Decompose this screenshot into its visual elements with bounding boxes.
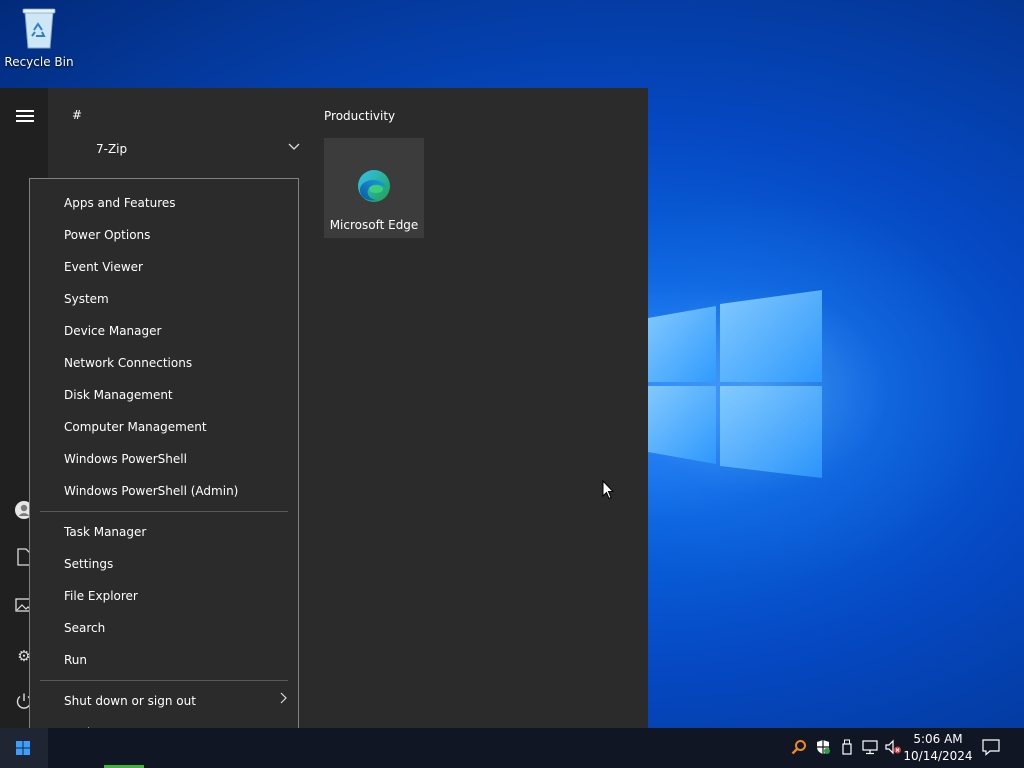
menu-item-apps-and-features[interactable]: Apps and Features — [64, 193, 176, 213]
network-icon[interactable] — [862, 739, 880, 757]
menu-item-power-options[interactable]: Power Options — [64, 225, 150, 245]
recycle-bin-icon — [22, 8, 56, 49]
search-tool-icon[interactable] — [790, 739, 808, 757]
tile-label: Microsoft Edge — [329, 218, 419, 232]
clock-time: 5:06 AM — [913, 732, 963, 746]
menu-item-event-viewer[interactable]: Event Viewer — [64, 257, 143, 277]
notification-center-icon[interactable] — [982, 738, 1000, 756]
edge-icon — [358, 170, 390, 202]
menu-item-search[interactable]: Search — [64, 618, 105, 638]
recycle-bin-label: Recycle Bin — [4, 55, 74, 69]
taskbar: 5:06 AM 10/14/2024 — [0, 728, 1024, 768]
defender-shield-icon[interactable] — [814, 739, 832, 757]
mouse-cursor-icon — [602, 480, 614, 500]
menu-item-task-manager[interactable]: Task Manager — [64, 522, 146, 542]
recycle-bin-shortcut[interactable]: Recycle Bin — [4, 6, 74, 69]
clock-date: 10/14/2024 — [903, 749, 973, 763]
menu-item-run[interactable]: Run — [64, 650, 87, 670]
power-user-context-menu: Apps and Features Power Options Event Vi… — [29, 178, 299, 758]
letter-header[interactable]: # — [72, 108, 82, 122]
chevron-down-icon[interactable] — [288, 140, 300, 154]
menu-item-shut-down-or-sign-out[interactable]: Shut down or sign out — [64, 691, 196, 711]
menu-item-device-manager[interactable]: Device Manager — [64, 321, 161, 341]
hamburger-menu-icon[interactable] — [16, 110, 34, 122]
menu-item-disk-management[interactable]: Disk Management — [64, 385, 173, 405]
menu-separator — [40, 680, 288, 681]
menu-item-system[interactable]: System — [64, 289, 109, 309]
menu-separator — [40, 511, 288, 512]
system-clock[interactable]: 5:06 AM 10/14/2024 — [900, 731, 976, 765]
microsoft-edge-tile[interactable]: Microsoft Edge — [324, 138, 424, 238]
menu-item-computer-management[interactable]: Computer Management — [64, 417, 207, 437]
app-entry-7zip[interactable]: 7-Zip — [96, 142, 127, 156]
windows-start-icon — [16, 741, 30, 755]
menu-item-windows-powershell-admin[interactable]: Windows PowerShell (Admin) — [64, 481, 238, 501]
menu-item-network-connections[interactable]: Network Connections — [64, 353, 192, 373]
menu-item-settings[interactable]: Settings — [64, 554, 113, 574]
windows-wallpaper-logo — [648, 290, 822, 478]
tile-group-header[interactable]: Productivity — [324, 109, 395, 123]
start-button[interactable] — [0, 728, 48, 768]
chevron-right-icon — [280, 692, 288, 708]
menu-item-windows-powershell[interactable]: Windows PowerShell — [64, 449, 187, 469]
usb-device-icon[interactable] — [838, 739, 856, 757]
menu-item-file-explorer[interactable]: File Explorer — [64, 586, 138, 606]
